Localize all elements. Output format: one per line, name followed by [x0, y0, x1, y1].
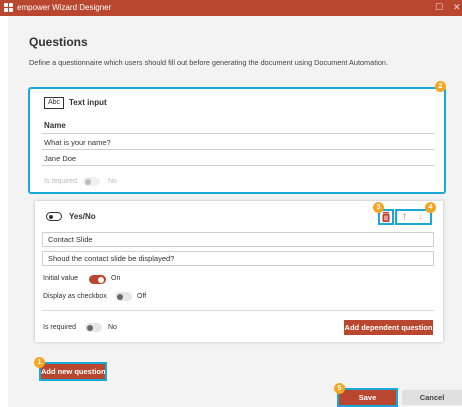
is-required-state: No — [108, 178, 117, 185]
empower-logo-icon — [4, 3, 14, 13]
display-checkbox-label: Display as checkbox — [43, 293, 107, 300]
title-bar: empower Wizard Designer ☐ ✕ — [0, 0, 462, 16]
is-required-toggle[interactable] — [83, 177, 100, 186]
arrow-down-icon[interactable]: ↓ — [418, 211, 423, 223]
is-required-state-yes-no: No — [108, 324, 117, 331]
page-description: Define a questionnaire which users shoul… — [29, 58, 388, 67]
display-checkbox-toggle[interactable] — [115, 292, 132, 301]
arrow-up-icon[interactable]: ↑ — [402, 211, 407, 223]
is-required-label-yes-no: Is required — [43, 324, 77, 331]
add-new-question-button[interactable]: Add new question — [39, 362, 107, 381]
page-title: Questions — [29, 35, 88, 49]
callout-badge-5: 5 — [334, 383, 345, 394]
default-underline — [42, 165, 434, 166]
callout-badge-4: 4 — [425, 202, 436, 213]
question-name[interactable]: Name — [44, 121, 66, 130]
close-icon[interactable]: ✕ — [453, 2, 461, 13]
initial-value-label: Initial value — [43, 275, 79, 282]
question-type-label: Text input — [69, 98, 107, 107]
display-checkbox-state: Off — [137, 293, 147, 300]
name-underline — [42, 133, 434, 134]
text-input-icon: Abc — [44, 97, 64, 109]
question-name-field[interactable]: Contact Slide — [42, 232, 434, 247]
callout-badge-1: 1 — [34, 357, 45, 368]
add-dependent-question-button[interactable]: Add dependent question — [344, 320, 433, 335]
initial-value-state: On — [111, 275, 121, 282]
initial-value-toggle[interactable] — [89, 275, 106, 284]
save-button[interactable]: Save — [337, 388, 398, 407]
delete-icon — [382, 212, 390, 222]
card-divider — [42, 310, 434, 311]
question-text-field[interactable]: What is your name? — [44, 138, 111, 147]
question-underline — [42, 149, 434, 150]
callout-badge-3: 3 — [373, 202, 384, 213]
is-required-toggle-yes-no[interactable] — [85, 323, 102, 332]
window-title: empower Wizard Designer — [17, 3, 112, 12]
question-text-field-yes-no[interactable]: Shoud the contact slide be displayed? — [42, 251, 434, 266]
default-value-field[interactable]: Jane Doe — [44, 154, 76, 163]
restore-icon[interactable]: ☐ — [435, 2, 443, 13]
toggle-icon — [46, 212, 62, 221]
callout-badge-2: 2 — [435, 81, 446, 92]
is-required-label: Is required — [44, 178, 78, 185]
question-type-label-yes-no: Yes/No — [69, 212, 96, 221]
cancel-button[interactable]: Cancel — [402, 390, 462, 405]
